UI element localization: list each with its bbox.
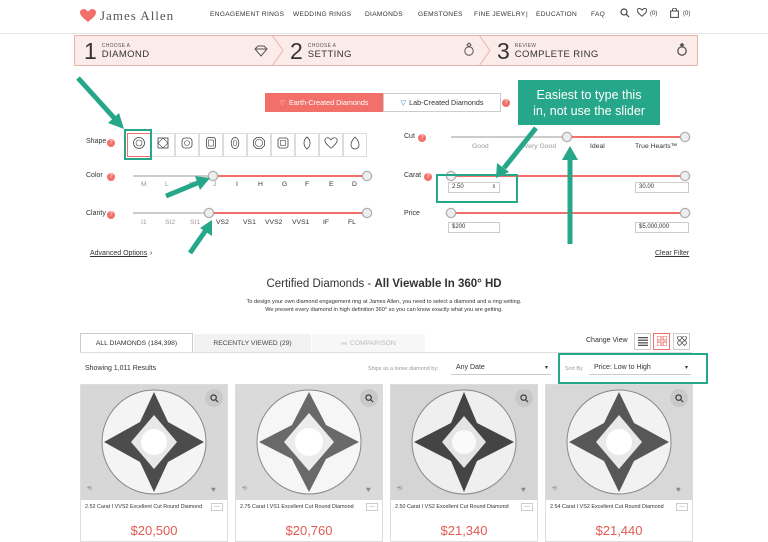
annotation-arrows-icon (76, 76, 578, 255)
